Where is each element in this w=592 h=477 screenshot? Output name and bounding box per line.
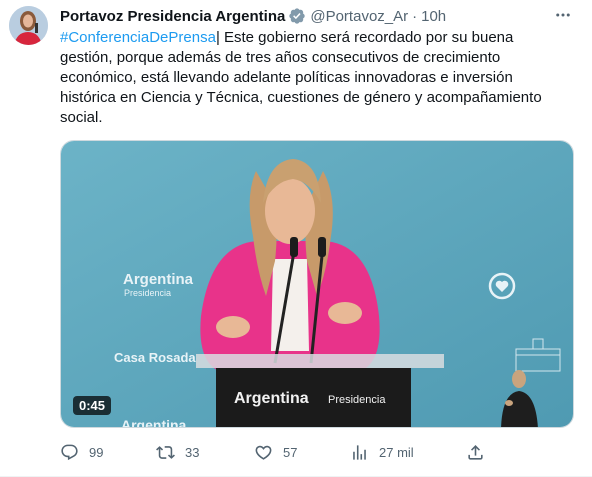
views-chart-icon	[353, 444, 366, 460]
retweet-button[interactable]: 33	[156, 442, 199, 462]
heart-icon	[255, 445, 272, 460]
backdrop-presidencia-left: Presidencia	[124, 288, 171, 298]
tweet-text: #ConferenciaDePrensa| Este gobierno será…	[60, 28, 560, 128]
views-button[interactable]: 27 mil	[350, 442, 414, 462]
author-display-name[interactable]: Portavoz Presidencia Argentina	[60, 8, 285, 25]
reply-icon	[61, 444, 78, 460]
like-button[interactable]: 57	[254, 442, 297, 462]
tweet-header: Portavoz Presidencia Argentina @Portavoz…	[60, 6, 446, 26]
video-player[interactable]: Argentina Presidencia Casa Rosada Argent…	[60, 140, 574, 428]
more-options-icon[interactable]	[552, 4, 574, 26]
tweet-actions-bar: 99 33 57 27 mil	[60, 442, 490, 462]
hashtag-link[interactable]: #ConferenciaDePrensa	[60, 29, 216, 46]
tweet-card[interactable]: Portavoz Presidencia Argentina @Portavoz…	[0, 0, 592, 477]
separator-dot: ·	[412, 7, 418, 25]
reply-button[interactable]: 99	[60, 442, 103, 462]
video-frame: Argentina Presidencia Casa Rosada Argent…	[61, 141, 573, 428]
retweet-icon	[156, 445, 175, 459]
share-button[interactable]	[466, 442, 495, 462]
verified-badge-icon	[288, 7, 306, 25]
like-count: 57	[283, 444, 298, 460]
video-duration-badge: 0:45	[73, 396, 112, 415]
reply-count: 99	[89, 444, 104, 460]
podium-presidencia: Presidencia	[328, 394, 386, 406]
views-count: 27 mil	[379, 444, 414, 460]
author-handle[interactable]: @Portavoz_Ar	[310, 8, 408, 25]
retweet-count: 33	[185, 444, 200, 460]
author-avatar[interactable]	[9, 6, 48, 45]
backdrop-argentina-left: Argentina	[123, 271, 194, 288]
backdrop-casa-rosada: Casa Rosada	[114, 350, 196, 365]
tweet-timestamp[interactable]: 10h	[421, 8, 446, 25]
podium-argentina: Argentina	[234, 390, 309, 407]
share-icon	[468, 444, 483, 460]
backdrop-argentina-bottom: Argentina	[121, 417, 187, 428]
